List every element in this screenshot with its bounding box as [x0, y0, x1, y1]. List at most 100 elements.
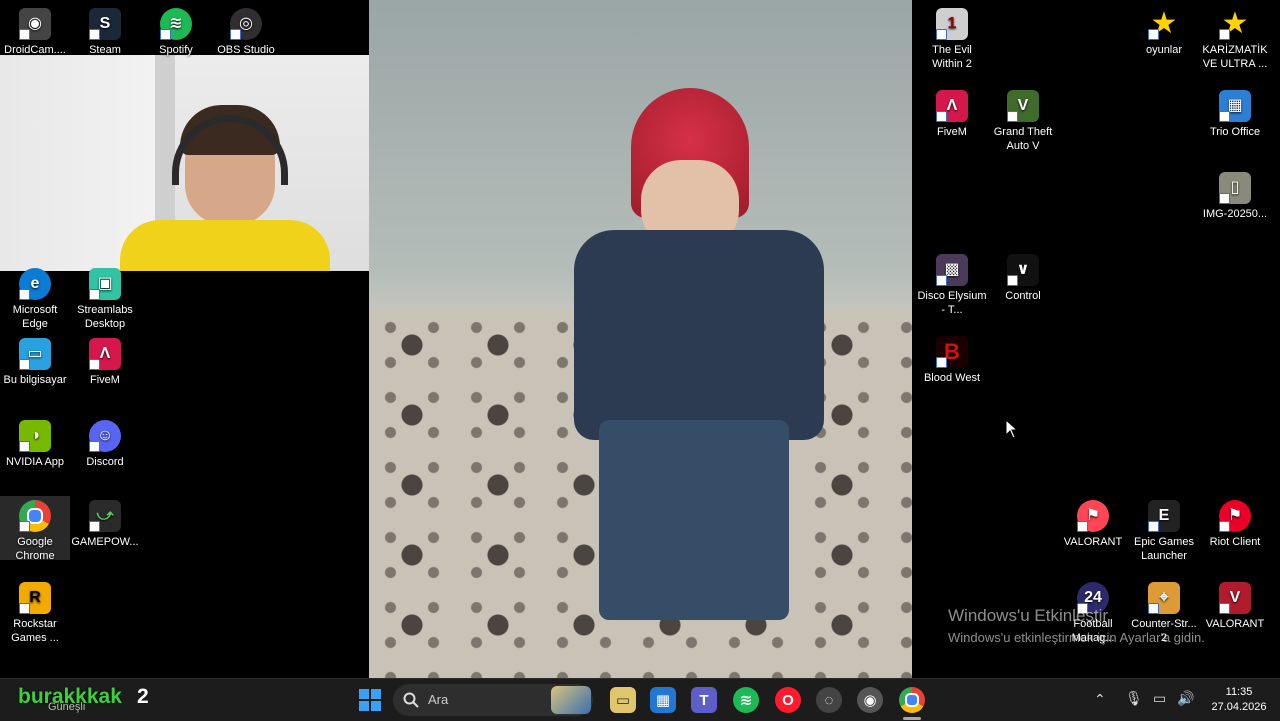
discord-icon: ☺: [89, 420, 121, 452]
desktop-icon-spotify[interactable]: ≋ Spotify: [141, 4, 211, 57]
overlay-number: 2: [137, 685, 149, 708]
desktop-icon-oyunlar[interactable]: ★ oyunlar: [1129, 4, 1199, 57]
chrome-taskbar-button[interactable]: [899, 687, 925, 713]
desktop-icon-evil-within-2[interactable]: 1 The Evil Within 2: [917, 4, 987, 71]
desktop-icon-label: GAMEPOW...: [71, 536, 139, 548]
desktop-icon-control[interactable]: ∨ Control: [988, 250, 1058, 303]
obs-icon: ◎: [230, 8, 262, 40]
desktop-icon-valorant[interactable]: ⚑ VALORANT: [1058, 496, 1128, 549]
windows-logo-icon: [359, 689, 381, 711]
taskbar-clock[interactable]: 11:35 27.04.2026: [1205, 685, 1273, 715]
image-file-icon: ▯: [1219, 172, 1251, 204]
opera-icon: O: [782, 691, 794, 709]
network-icon[interactable]: ▭: [1153, 690, 1166, 707]
nvidia-icon: ◑: [19, 420, 51, 452]
spotify-taskbar-button[interactable]: ≋: [733, 687, 759, 713]
steam-taskbar-button[interactable]: ◉: [857, 687, 883, 713]
control-icon: ∨: [1007, 254, 1039, 286]
desktop-icon-steam[interactable]: S Steam: [70, 4, 140, 57]
show-hidden-icons-chevron-icon[interactable]: ⌃: [1094, 691, 1106, 708]
desktop-icon-chrome[interactable]: Google Chrome: [0, 496, 70, 562]
desktop-icon-label: FiveM: [90, 374, 120, 386]
wallpaper-photo: [369, 0, 912, 678]
search-placeholder: Ara: [428, 692, 449, 707]
desktop-icon-label: Disco Elysium - T...: [917, 290, 987, 316]
disco-elysium-icon: ▩: [936, 254, 968, 286]
teams-button[interactable]: T: [691, 687, 717, 713]
desktop-icon-label: Bu bilgisayar: [3, 374, 67, 386]
desktop-icon-blood-west[interactable]: B Blood West: [917, 332, 987, 385]
chrome-icon: [19, 500, 51, 532]
desktop-icon-nvidia[interactable]: ◑ NVIDIA App: [0, 416, 70, 469]
taskbar: Güneşli burakkkak 2 Ara ▭ ▦ T ≋ O ◌ ◉ ⌃ …: [0, 678, 1280, 721]
desktop-icon-rockstar[interactable]: R Rockstar Games ...: [0, 578, 70, 645]
microphone-icon[interactable]: 🎙: [1125, 690, 1143, 707]
desktop-icon-img-file[interactable]: ▯ IMG-20250...: [1200, 168, 1270, 221]
desktop-icon-karizmatik[interactable]: ★ KARİZMATİK VE ULTRA ...: [1200, 4, 1270, 71]
desktop-icon-edge[interactable]: e Microsoft Edge: [0, 264, 70, 331]
desktop-icon-label: oyunlar: [1145, 44, 1183, 56]
desktop-icon-fivem-left[interactable]: Λ FiveM: [70, 334, 140, 387]
taskbar-search-box[interactable]: Ara: [393, 684, 593, 716]
edge-icon: e: [19, 268, 51, 300]
monitor-icon: ▭: [19, 338, 51, 370]
desktop-icon-streamlabs[interactable]: ▣ Streamlabs Desktop: [70, 264, 140, 331]
desktop-icon-label: Epic Games Launcher: [1134, 536, 1194, 562]
xbox-taskbar-button[interactable]: ◌: [816, 687, 842, 713]
spotify-icon: ≋: [160, 8, 192, 40]
fivem-icon: Λ: [89, 338, 121, 370]
desktop-icon-valorant-2[interactable]: V VALORANT: [1200, 578, 1270, 631]
gta-v-icon: V: [1007, 90, 1039, 122]
person-shirt: [120, 220, 330, 271]
desktop-icon-label: Blood West: [923, 372, 981, 384]
desktop-icon-fivem-right[interactable]: Λ FiveM: [917, 86, 987, 139]
opera-taskbar-button[interactable]: O: [775, 687, 801, 713]
store-icon: ▦: [655, 692, 671, 709]
desktop-icon-label: Microsoft Edge: [12, 304, 58, 330]
desktop-icon-disco-elysium[interactable]: ▩ Disco Elysium - T...: [917, 250, 987, 317]
fivem-icon: Λ: [936, 90, 968, 122]
search-highlight-icon: [551, 686, 591, 714]
webcam-overlay: [0, 55, 385, 271]
streamer-name-overlay: burakkkak: [18, 685, 122, 708]
desktop-icon-gamepower[interactable]: ⤻ GAMEPOW...: [70, 496, 140, 549]
desktop-icon-label: OBS Studio: [217, 44, 275, 56]
desktop-icon-label: Riot Client: [1209, 536, 1261, 548]
riot-client-icon: ⚑: [1219, 500, 1251, 532]
desktop-icon-label: IMG-20250...: [1202, 208, 1268, 220]
desktop-icon-label: Streamlabs Desktop: [77, 304, 133, 330]
desktop-icon-droidcam[interactable]: ◉ DroidCam....: [0, 4, 70, 57]
desktop-icon-label: Trio Office: [1209, 126, 1261, 138]
desktop-icon-riot-client[interactable]: ⚑ Riot Client: [1200, 496, 1270, 549]
desktop-icon-gta-v[interactable]: V Grand Theft Auto V: [988, 86, 1058, 153]
desktop-icon-this-pc[interactable]: ▭ Bu bilgisayar: [0, 334, 70, 387]
search-icon: [403, 692, 419, 708]
child-jeans: [599, 420, 789, 620]
store-button[interactable]: ▦: [650, 687, 676, 713]
droidcam-icon: ◉: [19, 8, 51, 40]
steam-icon: S: [89, 8, 121, 40]
desktop-icon-label: KARİZMATİK VE ULTRA ...: [1202, 44, 1268, 70]
desktop-icon-label: NVIDIA App: [5, 456, 65, 468]
rockstar-icon: R: [19, 582, 51, 614]
file-explorer-button[interactable]: ▭: [610, 687, 636, 713]
desktop-icon-trio-office[interactable]: ▦ Trio Office: [1200, 86, 1270, 139]
desktop-icon-label: Control: [1005, 290, 1041, 302]
desktop-icon-label: VALORANT: [1063, 536, 1123, 548]
start-button[interactable]: [357, 687, 383, 713]
desktop-icon-label: Google Chrome: [15, 536, 55, 562]
gamepower-icon: ⤻: [89, 500, 121, 532]
counter-strike-icon: ⌖: [1148, 582, 1180, 614]
desktop-icon-label: The Evil Within 2: [932, 44, 972, 70]
desktop-icon-label: DroidCam....: [4, 44, 66, 56]
desktop-icon-epic-games[interactable]: E Epic Games Launcher: [1129, 496, 1199, 563]
desktop-icon-obs[interactable]: ◎ OBS Studio: [211, 4, 281, 57]
desktop-icon-discord[interactable]: ☺ Discord: [70, 416, 140, 469]
mouse-cursor-icon: [1005, 419, 1019, 439]
xbox-icon: ◌: [824, 691, 834, 709]
epic-games-icon: E: [1148, 500, 1180, 532]
valorant-icon: V: [1219, 582, 1251, 614]
activation-watermark-subtitle: Windows'u etkinleştirmek için Ayarlar'a …: [948, 630, 1205, 645]
volume-icon[interactable]: 🔊: [1177, 690, 1194, 707]
valorant-icon: ⚑: [1077, 500, 1109, 532]
